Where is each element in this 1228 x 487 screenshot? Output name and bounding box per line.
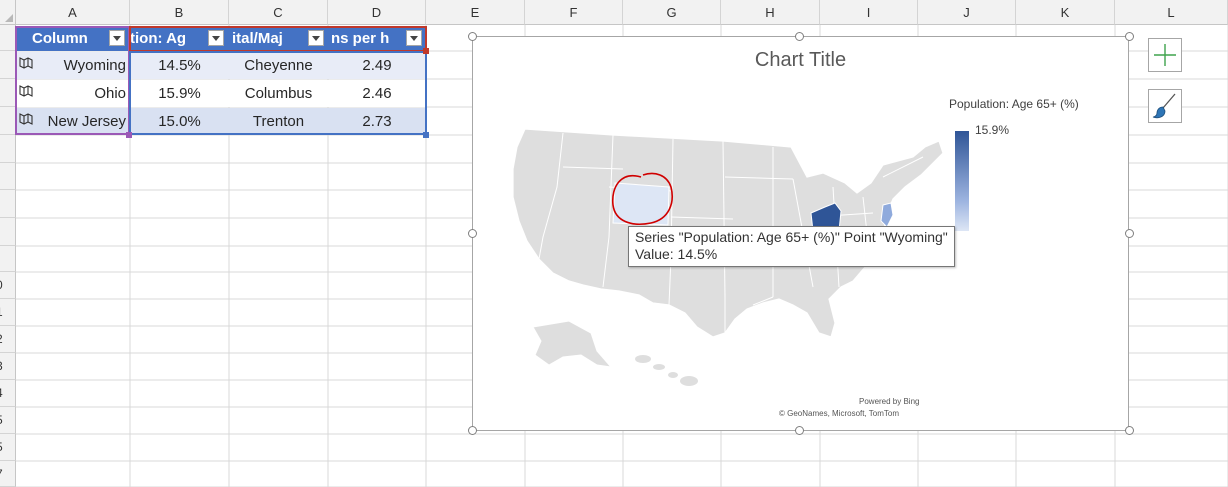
resize-handle-left[interactable] [468, 229, 477, 238]
resize-handle-bottom-left[interactable] [468, 426, 477, 435]
resize-handle-top-left[interactable] [468, 32, 477, 41]
map-data-credit: © GeoNames, Microsoft, TomTom [779, 409, 899, 418]
range-resize-handle[interactable] [126, 132, 132, 138]
data-point-tooltip: Series "Population: Age 65+ (%)" Point "… [628, 226, 955, 267]
resize-handle-top-right[interactable] [1125, 32, 1134, 41]
paintbrush-icon [1152, 93, 1176, 119]
chart-styles-button[interactable] [1148, 89, 1182, 123]
new-jersey-region [880, 202, 894, 228]
range-outline-values [129, 51, 427, 135]
hawaii-region [635, 355, 698, 386]
range-outline-header [129, 26, 427, 52]
plus-icon [1154, 44, 1176, 66]
tooltip-value-line: Value: 14.5% [635, 246, 718, 262]
range-outline-column-a [15, 26, 130, 135]
range-resize-handle[interactable] [423, 132, 429, 138]
range-resize-handle[interactable] [423, 48, 429, 54]
legend-title: Population: Age 65+ (%) [949, 97, 1079, 111]
bing-credit: Powered by Bing [859, 397, 920, 406]
resize-handle-bottom-right[interactable] [1125, 426, 1134, 435]
alaska-region [532, 320, 613, 368]
spreadsheet: ABCDEFGHIJKL 01234557 Column tion: Ag it… [0, 0, 1228, 487]
resize-handle-right[interactable] [1125, 229, 1134, 238]
resize-handle-bottom[interactable] [795, 426, 804, 435]
resize-handle-top[interactable] [795, 32, 804, 41]
tooltip-series-line: Series "Population: Age 65+ (%)" Point "… [635, 229, 948, 245]
chart-elements-button[interactable] [1148, 38, 1182, 72]
legend-max-label: 15.9% [975, 123, 1010, 137]
legend-color-scale [955, 131, 969, 231]
